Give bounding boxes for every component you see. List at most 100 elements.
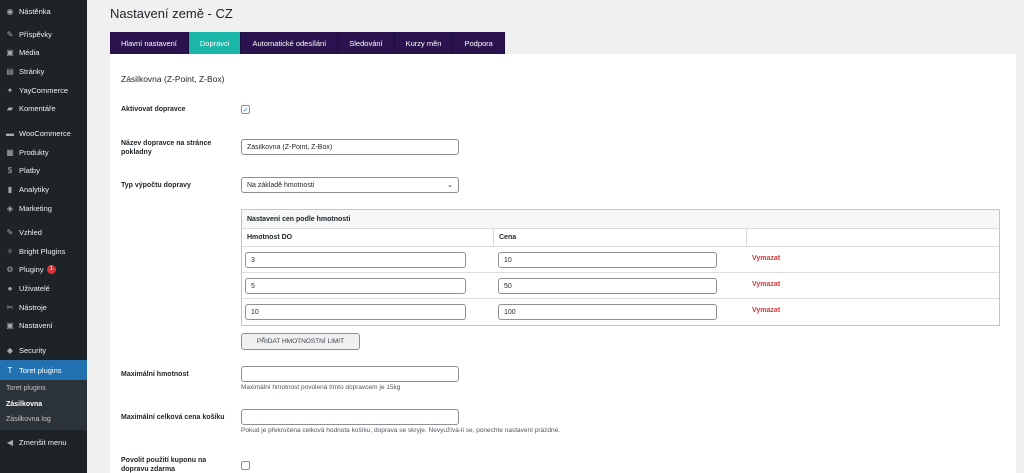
menu-label: Stránky: [19, 66, 45, 76]
max-price-description: Pokud je překročena celková hodnota koší…: [241, 427, 561, 434]
media-icon: ▣: [6, 47, 14, 57]
menu-item-woocommerce[interactable]: ▬ WooCommerce: [0, 124, 87, 142]
weight-input[interactable]: 10: [245, 304, 466, 320]
menu-label: Média: [19, 47, 40, 57]
menu-label: Marketing: [19, 203, 52, 213]
marketing-icon: ◈: [6, 203, 14, 213]
menu-label: Toret plugins: [19, 365, 62, 375]
price-input[interactable]: 50: [498, 278, 717, 294]
toret-submenu: Toret plugins Zásilkovna Zásilkovna log: [0, 380, 87, 430]
menu-label: Nastavení: [19, 320, 53, 330]
check-icon: ✓: [242, 106, 249, 114]
analytics-icon: ▮: [7, 184, 13, 194]
menu-label: Produkty: [19, 147, 49, 157]
update-count-badge: 1: [46, 264, 56, 274]
submenu-item-zasilkovna-log[interactable]: Zásilkovna log: [6, 416, 51, 423]
coupon-checkbox[interactable]: [241, 461, 250, 470]
bright-plugins-icon: ✧: [6, 246, 14, 256]
menu-item-products[interactable]: ▦ Produkty: [0, 143, 87, 161]
security-icon: ◆: [6, 345, 14, 355]
menu-label: Nástroje: [19, 302, 47, 312]
menu-item-appearance[interactable]: ✎ Vzhled: [0, 223, 87, 241]
table-row: 5 50 Vymazat: [242, 273, 999, 299]
max-weight-input[interactable]: [241, 366, 459, 382]
price-input[interactable]: 100: [498, 304, 717, 320]
delete-link[interactable]: Vymazat: [752, 281, 780, 288]
menu-item-tools[interactable]: ✂ Nástroje: [0, 298, 87, 316]
menu-item-comments[interactable]: ▰ Komentáře: [0, 99, 87, 117]
pin-icon: ✎: [6, 29, 14, 39]
plugins-icon: ⚙: [6, 264, 14, 274]
yay-icon: ✦: [6, 85, 14, 95]
rate-table-title: Nastavení cen podle hmotnosti: [242, 210, 999, 229]
add-weight-limit-button[interactable]: PŘIDAT HMOTNOSTNÍ LIMIT: [241, 333, 360, 350]
name-label-line2: pokladny: [121, 149, 152, 156]
menu-label: Pluginy: [19, 264, 44, 274]
chevron-down-icon: ⌄: [447, 182, 453, 189]
menu-label: Nástěnka: [19, 6, 51, 16]
menu-item-dashboard[interactable]: ◉ Nástěnka: [0, 2, 87, 20]
woocommerce-icon: ▬: [6, 128, 14, 138]
menu-label: Vzhled: [19, 227, 42, 237]
pages-icon: ▤: [6, 66, 14, 76]
table-row: 3 10 Vymazat: [242, 247, 999, 273]
collapse-icon: ◀: [6, 437, 14, 447]
weight-rate-table: Nastavení cen podle hmotnosti Hmotnost D…: [241, 209, 1000, 326]
menu-label: WooCommerce: [19, 128, 71, 138]
submenu-item-zasilkovna[interactable]: Zásilkovna: [6, 401, 42, 408]
menu-label: Komentáře: [19, 103, 56, 113]
settings-panel: Zásilkovna (Z-Point, Z-Box) Aktivovat do…: [110, 54, 1016, 473]
appearance-icon: ✎: [6, 227, 14, 237]
payments-icon: $: [7, 165, 13, 175]
menu-item-bright-plugins[interactable]: ✧ Bright Plugins: [0, 242, 87, 260]
price-input[interactable]: 10: [498, 252, 717, 268]
max-price-label: Maximální celková cena košíku: [121, 414, 225, 421]
menu-item-plugins[interactable]: ⚙ Pluginy 1: [0, 260, 87, 278]
delete-link[interactable]: Vymazat: [752, 255, 780, 262]
max-weight-description: Maximální hmotnost povolená tímto doprav…: [241, 384, 401, 391]
rate-table-header: Hmotnost DO Cena: [242, 229, 999, 247]
col-weight-header: Hmotnost DO: [242, 229, 494, 246]
menu-label: Platby: [19, 165, 40, 175]
tab-support[interactable]: Podpora: [453, 32, 505, 54]
tab-main-settings[interactable]: Hlavní nastavení: [110, 32, 189, 54]
menu-label: Příspěvky: [19, 29, 52, 39]
coupon-label-line2: dopravu zdarma: [121, 466, 176, 473]
tab-tracking[interactable]: Sledování: [338, 32, 395, 54]
tab-carriers[interactable]: Dopravci: [188, 32, 242, 54]
max-weight-label: Maximální hmotnost: [121, 371, 189, 378]
menu-item-analytics[interactable]: ▮ Analytiky: [0, 180, 87, 198]
weight-input[interactable]: 5: [245, 278, 466, 294]
col-price-header: Cena: [494, 229, 747, 246]
tab-auto-send[interactable]: Automatické odesílání: [241, 32, 339, 54]
collapse-label: Zmenšit menu: [19, 437, 67, 447]
menu-item-toret-plugins[interactable]: T Toret plugins: [0, 360, 87, 380]
activate-checkbox[interactable]: ✓: [241, 105, 250, 114]
menu-item-settings[interactable]: ▣ Nastavení: [0, 316, 87, 334]
menu-item-security[interactable]: ◆ Security: [0, 341, 87, 359]
toret-icon: T: [7, 365, 13, 375]
calc-type-select[interactable]: Na základě hmotnosti ⌄: [241, 177, 459, 193]
menu-label: Security: [19, 345, 47, 355]
menu-item-media[interactable]: ▣ Média: [0, 43, 87, 61]
menu-item-payments[interactable]: $ Platby: [0, 161, 87, 179]
settings-tabs: Hlavní nastavení Dopravci Automatické od…: [110, 32, 505, 54]
calc-type-value: Na základě hmotnosti: [247, 181, 315, 189]
menu-item-yaycommerce[interactable]: ✦ YayCommerce: [0, 81, 87, 99]
menu-item-marketing[interactable]: ◈ Marketing: [0, 199, 87, 217]
menu-item-posts[interactable]: ✎ Příspěvky: [0, 25, 87, 43]
menu-label: YayCommerce: [19, 85, 69, 95]
submenu-item-toret-plugins[interactable]: Toret plugins: [6, 385, 46, 392]
menu-item-pages[interactable]: ▤ Stránky: [0, 62, 87, 80]
tab-exchange-rates[interactable]: Kurzy měn: [394, 32, 454, 54]
menu-item-users[interactable]: ● Uživatelé: [0, 279, 87, 297]
menu-label: Analytiky: [19, 184, 50, 194]
weight-input[interactable]: 3: [245, 252, 466, 268]
max-price-input[interactable]: [241, 409, 459, 425]
users-icon: ●: [7, 283, 13, 293]
carrier-name-input[interactable]: [241, 139, 459, 155]
settings-icon: ▣: [6, 320, 14, 330]
delete-link[interactable]: Vymazat: [752, 307, 780, 314]
collapse-menu-button[interactable]: ◀ Zmenšit menu: [0, 433, 87, 451]
menu-label: Uživatelé: [19, 283, 50, 293]
